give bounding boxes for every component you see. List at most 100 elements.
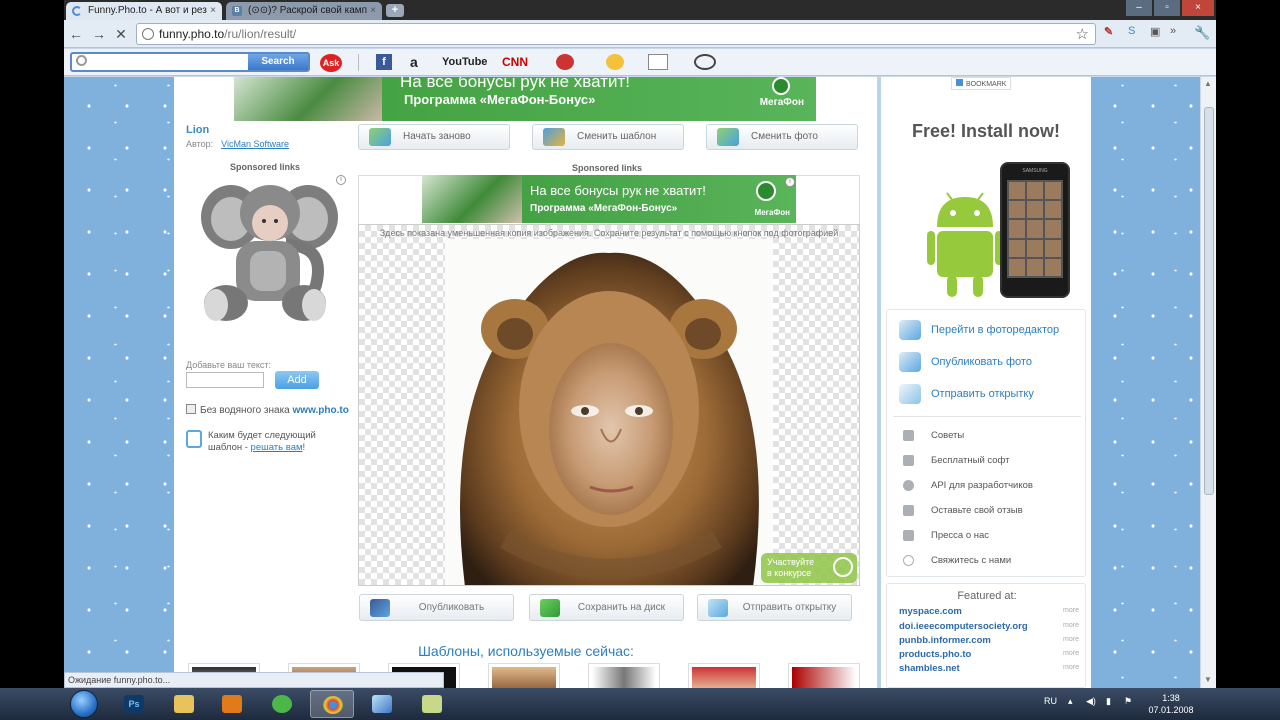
taskbar-app[interactable]	[360, 690, 404, 718]
top-ad-banner[interactable]: На все бонусы рук не хватит! Программа «…	[234, 77, 816, 121]
no-watermark-option[interactable]: Без водяного знака www.pho.to	[186, 404, 349, 416]
forward-icon[interactable]: →	[90, 25, 108, 43]
amazon-icon[interactable]: a	[410, 54, 418, 70]
featured-item[interactable]: punbb.informer.com more	[899, 635, 1079, 646]
start-over-button[interactable]: Начать заново	[358, 124, 510, 150]
weather-icon[interactable]	[606, 54, 624, 70]
scrollbar-thumb[interactable]	[1204, 107, 1214, 495]
taskbar-explorer[interactable]	[162, 690, 206, 718]
save-to-disk-button[interactable]: Сохранить на диск	[529, 594, 684, 621]
skype-icon[interactable]: S	[1128, 25, 1135, 37]
vertical-scrollbar[interactable]: ▲ ▼	[1200, 77, 1216, 688]
template-thumb[interactable]	[788, 663, 860, 688]
tab-vk[interactable]: B (⊙⊙)? Раскрой свой камп ×	[226, 2, 382, 20]
taskbar-media-player[interactable]	[210, 690, 254, 718]
network-icon[interactable]: ▮	[1106, 696, 1111, 707]
publish-button[interactable]: Опубликовать	[359, 594, 514, 621]
vote-link[interactable]: решать вам	[251, 442, 303, 453]
smartphone-image[interactable]: SAMSUNG	[1000, 162, 1070, 298]
ad-subline: Программа «МегаФон-Бонус»	[530, 203, 678, 214]
free-software-link[interactable]: Бесплатный софт	[887, 455, 1087, 466]
minimize-button[interactable]: –	[1126, 0, 1152, 16]
more-link[interactable]: more	[1063, 607, 1079, 614]
taskbar-notes[interactable]	[410, 690, 454, 718]
send-card-button[interactable]: Отправить открытку	[697, 594, 852, 621]
taskbar-photoshop[interactable]: Ps	[112, 690, 156, 718]
add-text-label: Добавьте ваш текст:	[186, 360, 272, 370]
tab-title: (⊙⊙)? Раскрой свой камп	[248, 5, 368, 16]
overflow-chevron-icon[interactable]: »	[1170, 25, 1176, 37]
add-text-input[interactable]	[186, 372, 264, 388]
ask-logo-icon[interactable]: Ask	[320, 54, 342, 72]
mail-icon[interactable]	[648, 54, 668, 70]
dice-icon[interactable]	[556, 54, 574, 70]
api-link[interactable]: API для разработчиков	[887, 480, 1087, 491]
close-icon[interactable]: ×	[210, 2, 216, 19]
bookmark-button[interactable]: BOOKMARK	[951, 77, 1012, 90]
center-ad-banner[interactable]: На все бонусы рук не хватит! Программа «…	[422, 175, 796, 223]
feedback-link[interactable]: Оставьте свой отзыв	[887, 505, 1087, 516]
bookmark-star-icon[interactable]: ☆	[1076, 25, 1089, 43]
right-sidebar: BOOKMARK Free! Install now! SAMSUNG Пере…	[877, 77, 1091, 688]
scroll-up-icon[interactable]: ▲	[1204, 79, 1212, 88]
template-thumb[interactable]	[688, 663, 760, 688]
stop-icon[interactable]: ✕	[112, 25, 130, 43]
more-link[interactable]: more	[1063, 664, 1079, 671]
toolbar-search-input[interactable]	[90, 55, 250, 69]
more-link[interactable]: more	[1063, 650, 1079, 657]
featured-item[interactable]: myspace.com more	[899, 606, 1079, 617]
tab-funny-photo[interactable]: Funny.Pho.to - А вот и рез ×	[66, 2, 222, 20]
scroll-down-icon[interactable]: ▼	[1204, 675, 1212, 684]
wrench-icon[interactable]: 🔧	[1194, 25, 1210, 41]
facebook-icon[interactable]: f	[376, 54, 392, 70]
language-indicator[interactable]: RU	[1044, 696, 1057, 706]
ask-toolbar: Search Ask f a YouTube CNN	[64, 49, 1216, 76]
contact-link[interactable]: Свяжитесь с нами	[887, 555, 1087, 566]
eye-icon[interactable]	[694, 54, 716, 70]
youtube-icon[interactable]: YouTube	[442, 54, 487, 70]
toolbar-search-button[interactable]: Search	[248, 54, 308, 70]
taskbar-chrome[interactable]	[310, 690, 354, 718]
taskbar-icq[interactable]	[260, 690, 304, 718]
press-link[interactable]: Пресса о нас	[887, 530, 1087, 541]
maximize-button[interactable]: ▫	[1154, 0, 1180, 16]
ad-info-icon[interactable]: i	[336, 175, 346, 185]
close-icon[interactable]: ×	[370, 2, 376, 19]
android-icon[interactable]	[927, 189, 1003, 299]
back-icon[interactable]: ←	[67, 25, 85, 43]
template-thumb[interactable]	[488, 663, 560, 688]
clock[interactable]: 1:38 07.01.2008	[1146, 692, 1196, 716]
lion-face-photo[interactable]	[445, 239, 773, 585]
photo-editor-link[interactable]: Перейти в фоторедактор	[887, 320, 1087, 340]
extension-icon[interactable]: ▣	[1150, 25, 1160, 38]
flag-icon[interactable]: ⚑	[1124, 696, 1132, 707]
change-photo-button[interactable]: Сменить фото	[706, 124, 858, 150]
author-link[interactable]: VicMan Software	[221, 139, 289, 149]
featured-item[interactable]: doi.ieeecomputersociety.org more	[899, 621, 1079, 632]
free-install-heading[interactable]: Free! Install now!	[881, 121, 1091, 142]
featured-item[interactable]: shambles.net more	[899, 663, 1079, 674]
cnn-icon[interactable]: CNN	[502, 54, 528, 70]
address-bar[interactable]: funny.pho.to/ru/lion/result/ ☆	[136, 23, 1096, 45]
featured-item[interactable]: products.pho.to more	[899, 649, 1079, 660]
contest-button[interactable]: Участвуйте в конкурсе	[761, 553, 857, 583]
window-close-button[interactable]: ×	[1182, 0, 1214, 16]
new-tab-button[interactable]: +	[386, 4, 404, 17]
baby-elephant-ad[interactable]: i	[186, 175, 348, 335]
change-template-button[interactable]: Сменить шаблон	[532, 124, 684, 150]
volume-icon[interactable]: ◀)	[1086, 696, 1096, 707]
add-text-button[interactable]: Add	[275, 371, 319, 389]
tray-chevron-icon[interactable]: ▴	[1068, 696, 1073, 707]
tips-link[interactable]: Советы	[887, 430, 1087, 441]
toolbar-search-box: Search	[70, 52, 310, 72]
more-link[interactable]: more	[1063, 622, 1079, 629]
ask-extension-icon[interactable]: ✎	[1104, 25, 1113, 38]
ad-info-icon[interactable]: i	[785, 177, 795, 187]
send-postcard-link[interactable]: Отправить открытку	[887, 384, 1087, 404]
windows-start-icon[interactable]	[70, 690, 98, 718]
publish-photo-link[interactable]: Опубликовать фото	[887, 352, 1087, 372]
template-thumb[interactable]	[588, 663, 660, 688]
no-watermark-checkbox[interactable]	[186, 404, 196, 414]
featured-panel: Featured at: myspace.com more doi.ieeecom…	[886, 583, 1086, 688]
more-link[interactable]: more	[1063, 636, 1079, 643]
